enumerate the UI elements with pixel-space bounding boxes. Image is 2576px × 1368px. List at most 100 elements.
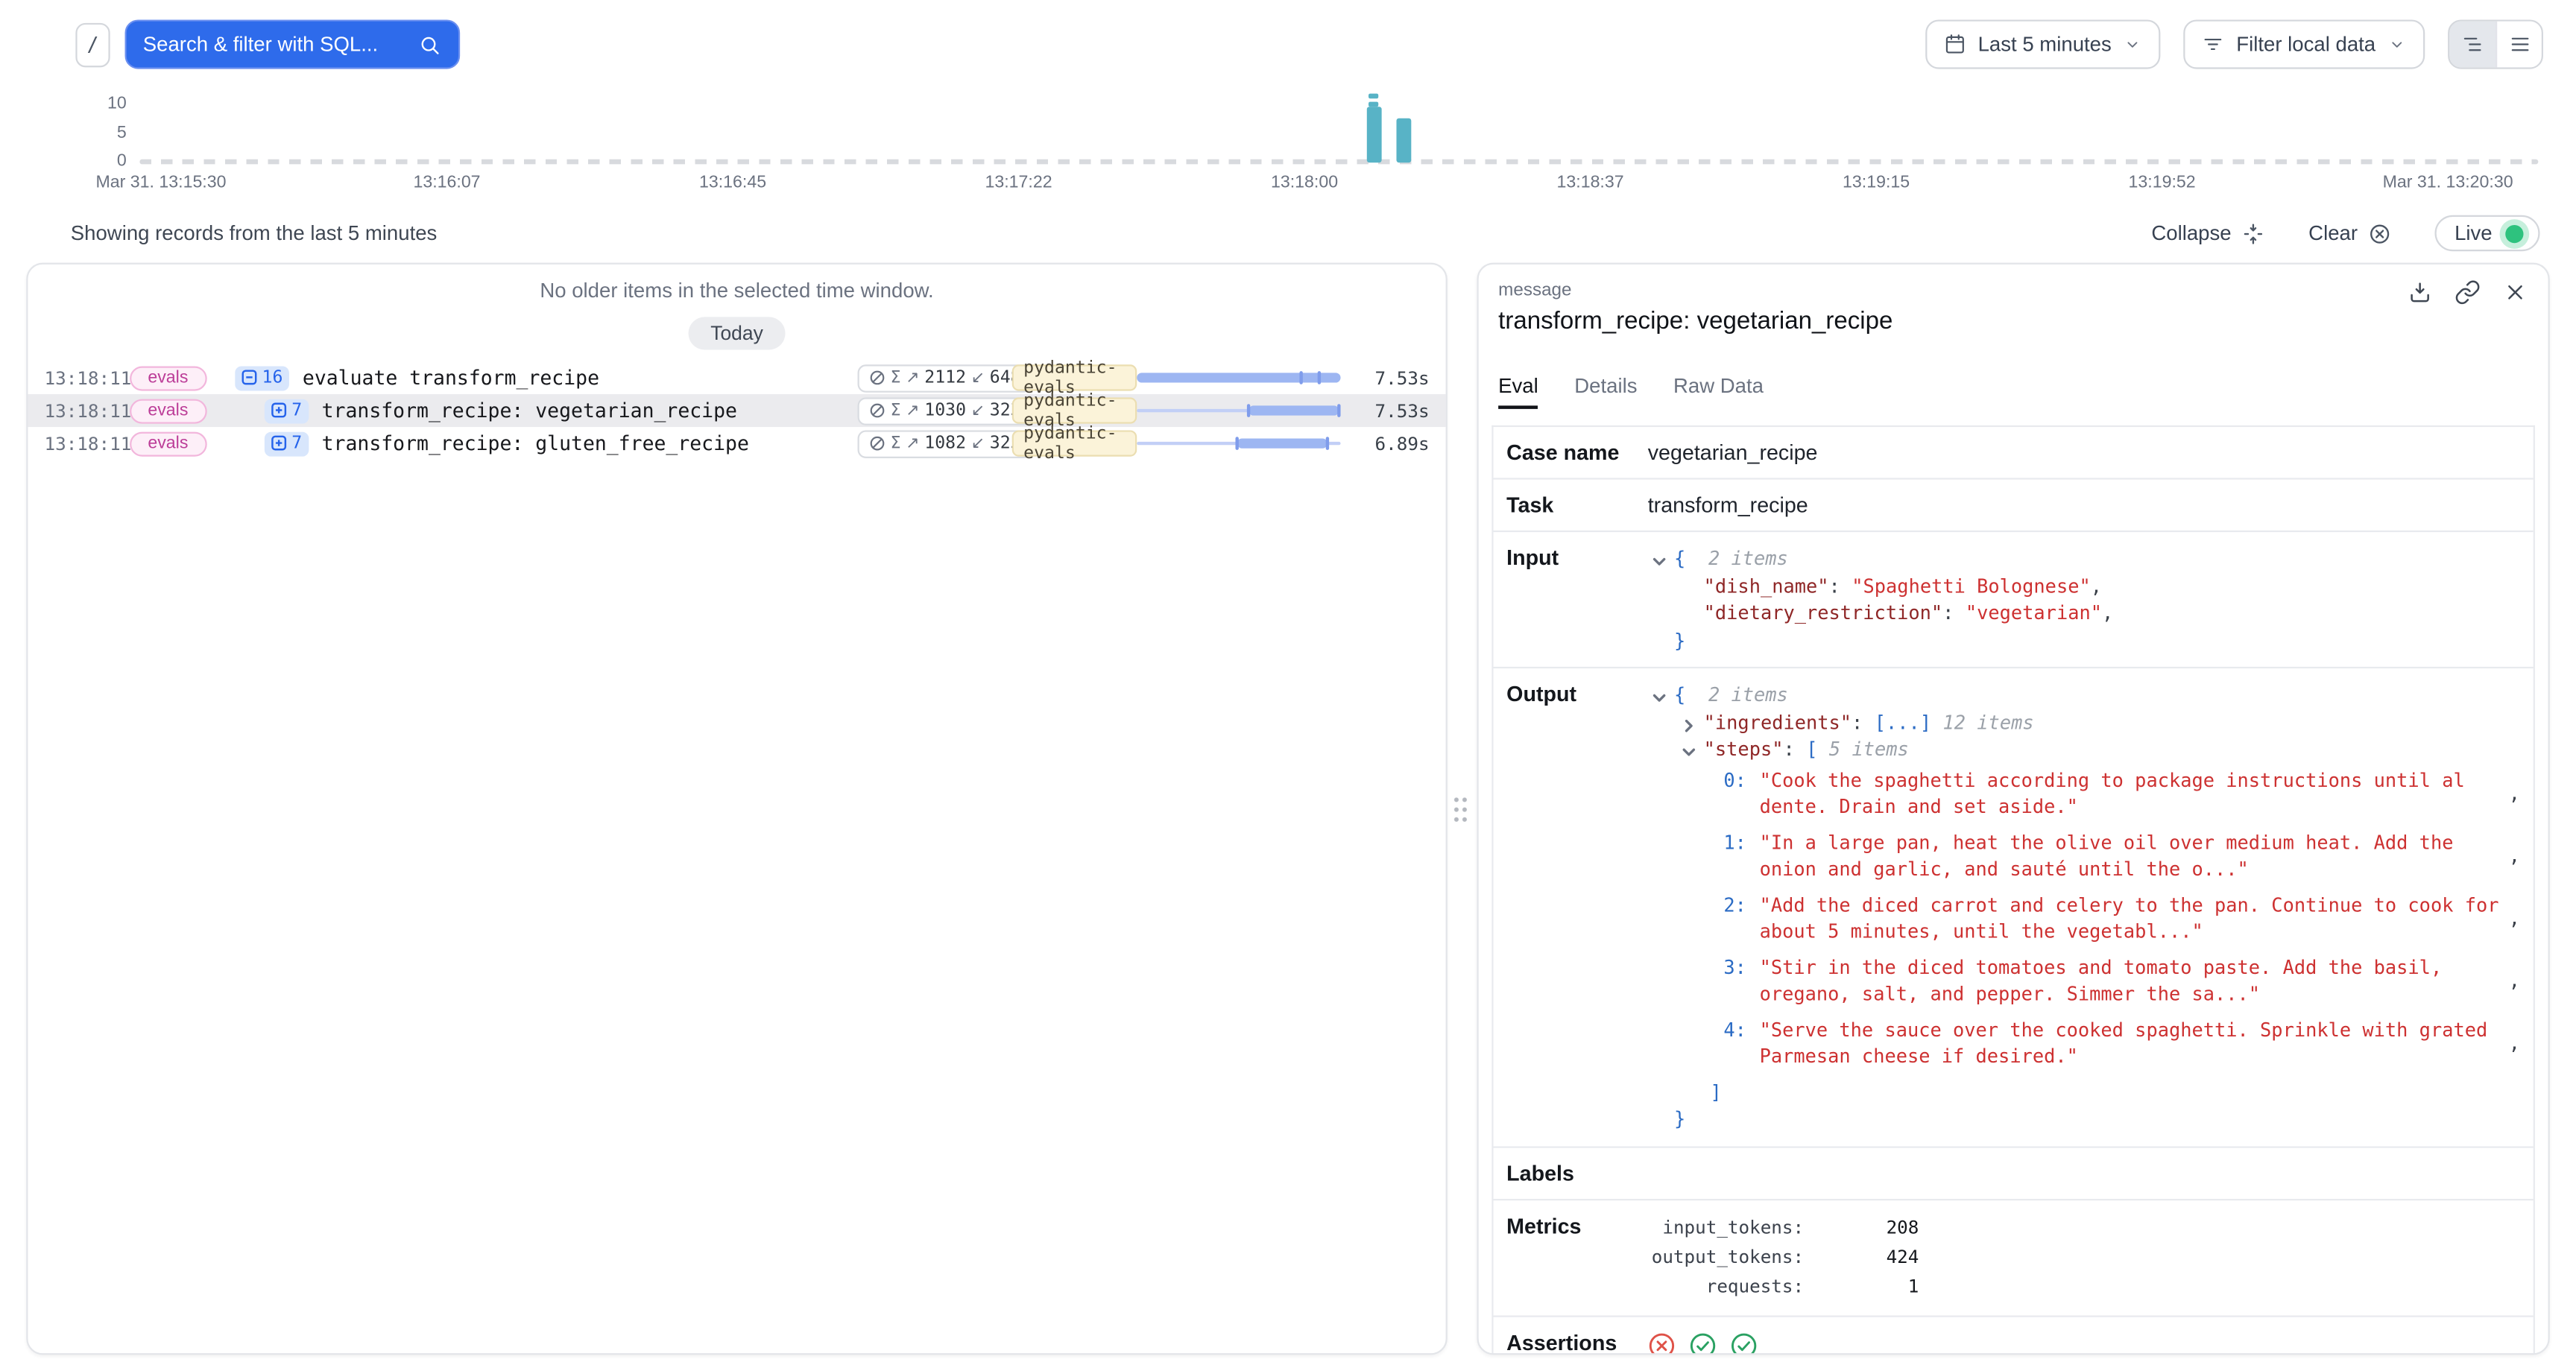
eval-table: Case name vegetarian_recipe Task transfo…	[1491, 425, 2535, 1355]
children-count: 16	[262, 368, 283, 387]
collapse-children-badge[interactable]: 16	[235, 365, 289, 390]
records-histogram: 10 5 0	[139, 90, 2538, 165]
json-close-brace: }	[1674, 1107, 1685, 1130]
array-index: 0:	[1714, 766, 1746, 793]
histogram-x-axis: Mar 31. 13:15:30 13:16:07 13:16:45 13:17…	[139, 172, 2538, 195]
json-key: "steps"	[1704, 738, 1784, 761]
duration-text: 7.53s	[1347, 367, 1429, 389]
filter-local-data-select[interactable]: Filter local data	[2184, 19, 2425, 69]
duration-bar[interactable]	[1137, 435, 1347, 452]
collapsed-array-value[interactable]: [...]	[1875, 710, 1931, 733]
filter-icon	[2202, 33, 2225, 56]
expand-children-badge[interactable]: 7	[265, 431, 309, 456]
histogram-bar[interactable]	[1396, 118, 1411, 163]
assertions-label: Assertions	[1506, 1329, 1648, 1354]
showing-records-text: Showing records from the last 5 minutes	[71, 222, 438, 245]
array-index: 2:	[1714, 891, 1746, 918]
caret-down-icon[interactable]	[1651, 550, 1667, 566]
step-text: "Serve the sauce over the cooked spaghet…	[1760, 1016, 2509, 1070]
json-array-item: 3: "Stir in the diced tomatoes and tomat…	[1648, 953, 2520, 1007]
service-tag-pill[interactable]: evals	[130, 431, 206, 456]
output-label: Output	[1506, 682, 1648, 706]
caret-down-icon[interactable]	[1651, 686, 1667, 703]
expand-children-badge[interactable]: 7	[265, 398, 309, 422]
assertion-fail-badge[interactable]	[1648, 1331, 1676, 1355]
duration-bar[interactable]	[1137, 402, 1347, 419]
runtime-pill[interactable]: pydantic-evals	[1012, 430, 1137, 456]
duration-fill	[1248, 405, 1339, 415]
assertion-pass-badge[interactable]	[1730, 1331, 1758, 1355]
caret-right-icon[interactable]	[1681, 714, 1697, 730]
search-button[interactable]: Search & filter with SQL...	[125, 19, 461, 69]
record-kind-label: message	[1498, 281, 2528, 300]
day-divider-pill: Today	[689, 317, 785, 349]
square-minus-icon	[242, 370, 257, 385]
metric-value: 1	[1804, 1272, 1919, 1302]
no-entry-icon	[869, 370, 886, 386]
live-toggle-button[interactable]: Live	[2435, 215, 2540, 251]
collapse-all-button[interactable]: Collapse	[2151, 221, 2265, 245]
tab-eval[interactable]: Eval	[1498, 375, 1538, 409]
duration-bar[interactable]	[1137, 370, 1347, 386]
case-name-label: Case name	[1506, 440, 1648, 465]
caret-down-icon[interactable]	[1681, 741, 1697, 757]
trace-row[interactable]: 13:18:11 evals 7 transform_recipe: glute…	[28, 427, 1445, 460]
tree-view-icon	[2461, 33, 2484, 56]
json-comma: ,	[2509, 779, 2520, 806]
x-axis-tick: 13:18:37	[1557, 172, 1624, 191]
trace-row[interactable]: 13:18:11 evals 16 evaluate transform_rec…	[28, 361, 1445, 394]
array-index: 3:	[1714, 953, 1746, 980]
json-array-item: 1: "In a large pan, heat the olive oil o…	[1648, 829, 2520, 883]
slash-shortcut-key[interactable]: /	[75, 22, 110, 67]
span-name: transform_recipe: vegetarian_recipe	[322, 399, 737, 422]
copy-link-button[interactable]	[2455, 279, 2481, 311]
histogram-bar[interactable]	[1367, 107, 1382, 162]
list-view-icon	[2508, 33, 2531, 56]
json-comma: ,	[2509, 1029, 2520, 1056]
step-text: "Stir in the diced tomatoes and tomato p…	[1760, 953, 2509, 1007]
service-tag-pill[interactable]: evals	[130, 398, 206, 422]
export-button[interactable]	[2407, 279, 2433, 311]
tab-raw-data[interactable]: Raw Data	[1673, 375, 1764, 409]
json-comma: ,	[2091, 574, 2102, 597]
clear-label: Clear	[2308, 222, 2358, 245]
list-view-button[interactable]	[2496, 22, 2542, 68]
app-root: / Search & filter with SQL... Last 5 min…	[0, 0, 2576, 1368]
metrics-list: input_tokens: 208 output_tokens: 424 req…	[1648, 1213, 2520, 1302]
chevron-down-icon	[2123, 34, 2142, 54]
panel-resize-handle[interactable]	[1450, 792, 1468, 825]
close-button[interactable]	[2502, 279, 2528, 311]
json-open-brace: {	[1674, 547, 1685, 570]
live-label: Live	[2455, 222, 2493, 245]
tokens-out-icon: ↙	[971, 369, 985, 387]
json-comma: ,	[2509, 967, 2520, 994]
step-text: "Add the diced carrot and celery to the …	[1760, 891, 2509, 946]
duration-fill	[1137, 373, 1340, 382]
json-array-item: 0: "Cook the spaghetti according to pack…	[1648, 766, 2520, 820]
square-plus-icon	[271, 436, 287, 452]
sigma-icon: Σ	[891, 402, 901, 419]
search-placeholder: Search & filter with SQL...	[143, 33, 404, 56]
children-count: 7	[291, 434, 302, 453]
json-string-value: "Spaghetti Bolognese"	[1852, 574, 2090, 597]
service-tag-pill[interactable]: evals	[130, 365, 206, 390]
time-range-select[interactable]: Last 5 minutes	[1925, 19, 2161, 69]
runtime-pill[interactable]: pydantic-evals	[1012, 364, 1137, 390]
y-axis-tick: 10	[107, 95, 127, 112]
trace-row[interactable]: 13:18:11 evals 7 transform_recipe: veget…	[28, 394, 1445, 427]
x-axis-tick: Mar 31. 13:20:30	[2383, 172, 2513, 191]
trace-list-panel: No older items in the selected time wind…	[26, 263, 1448, 1355]
json-close-bracket: ]	[1710, 1080, 1721, 1103]
tab-details[interactable]: Details	[1574, 375, 1637, 409]
clear-button[interactable]: Clear	[2308, 221, 2392, 245]
tree-view-button[interactable]	[2449, 22, 2496, 68]
json-array-item: 4: "Serve the sauce over the cooked spag…	[1648, 1016, 2520, 1070]
status-bar: Showing records from the last 5 minutes …	[0, 215, 2576, 251]
filter-label: Filter local data	[2236, 33, 2375, 56]
assertion-pass-badge[interactable]	[1689, 1331, 1717, 1355]
collapse-icon	[2241, 221, 2266, 245]
span-name: transform_recipe: gluten_free_recipe	[322, 432, 749, 455]
runtime-pill[interactable]: pydantic-evals	[1012, 397, 1137, 423]
detail-header: message transform_recipe: vegetarian_rec…	[1479, 265, 2548, 335]
json-key: "ingredients"	[1704, 710, 1852, 733]
